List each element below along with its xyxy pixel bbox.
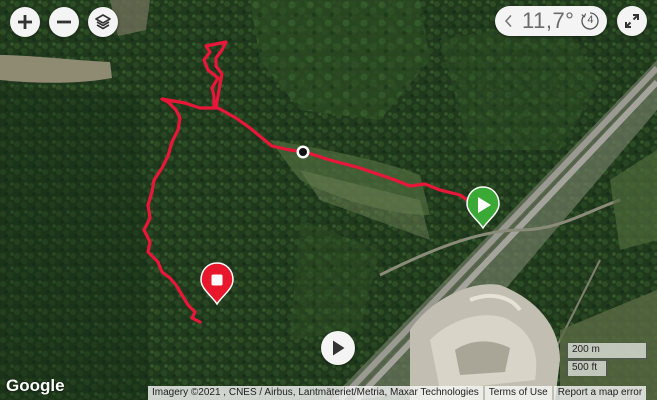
layers-button[interactable] bbox=[88, 7, 118, 37]
report-map-error-link[interactable]: Report a map error bbox=[553, 386, 647, 400]
scale-bar[interactable]: 200 m 500 ft bbox=[567, 343, 647, 377]
google-logo[interactable]: Google bbox=[6, 376, 65, 396]
scale-metric: 200 m bbox=[567, 343, 647, 359]
plus-icon bbox=[18, 15, 32, 29]
zoom-in-button[interactable] bbox=[10, 7, 40, 37]
play-icon bbox=[333, 340, 345, 356]
forecast-days-badge[interactable]: 4 bbox=[580, 11, 600, 31]
map-footer: Imagery ©2021 , CNES / Airbus, Lantmäter… bbox=[148, 386, 648, 400]
scale-imperial: 500 ft bbox=[567, 360, 607, 376]
chevron-left-icon bbox=[504, 15, 512, 27]
fullscreen-button[interactable] bbox=[617, 6, 647, 36]
temperature-value: 11,7° bbox=[522, 8, 575, 33]
zoom-out-button[interactable] bbox=[49, 7, 79, 37]
minus-icon bbox=[57, 20, 71, 24]
layers-icon bbox=[95, 14, 111, 30]
expand-icon bbox=[625, 14, 639, 28]
stop-icon bbox=[211, 274, 223, 286]
play-route-button[interactable] bbox=[321, 331, 355, 365]
satellite-map[interactable]: 11,7° 4 Google 200 m 500 ft Imagery ©202… bbox=[0, 0, 657, 400]
terms-of-use-link[interactable]: Terms of Use bbox=[484, 386, 552, 400]
forecast-days-count: 4 bbox=[587, 14, 594, 26]
weather-widget[interactable]: 11,7° 4 bbox=[495, 6, 607, 36]
imagery-attribution: Imagery ©2021 , CNES / Airbus, Lantmäter… bbox=[148, 386, 483, 400]
position-marker[interactable] bbox=[296, 145, 310, 159]
